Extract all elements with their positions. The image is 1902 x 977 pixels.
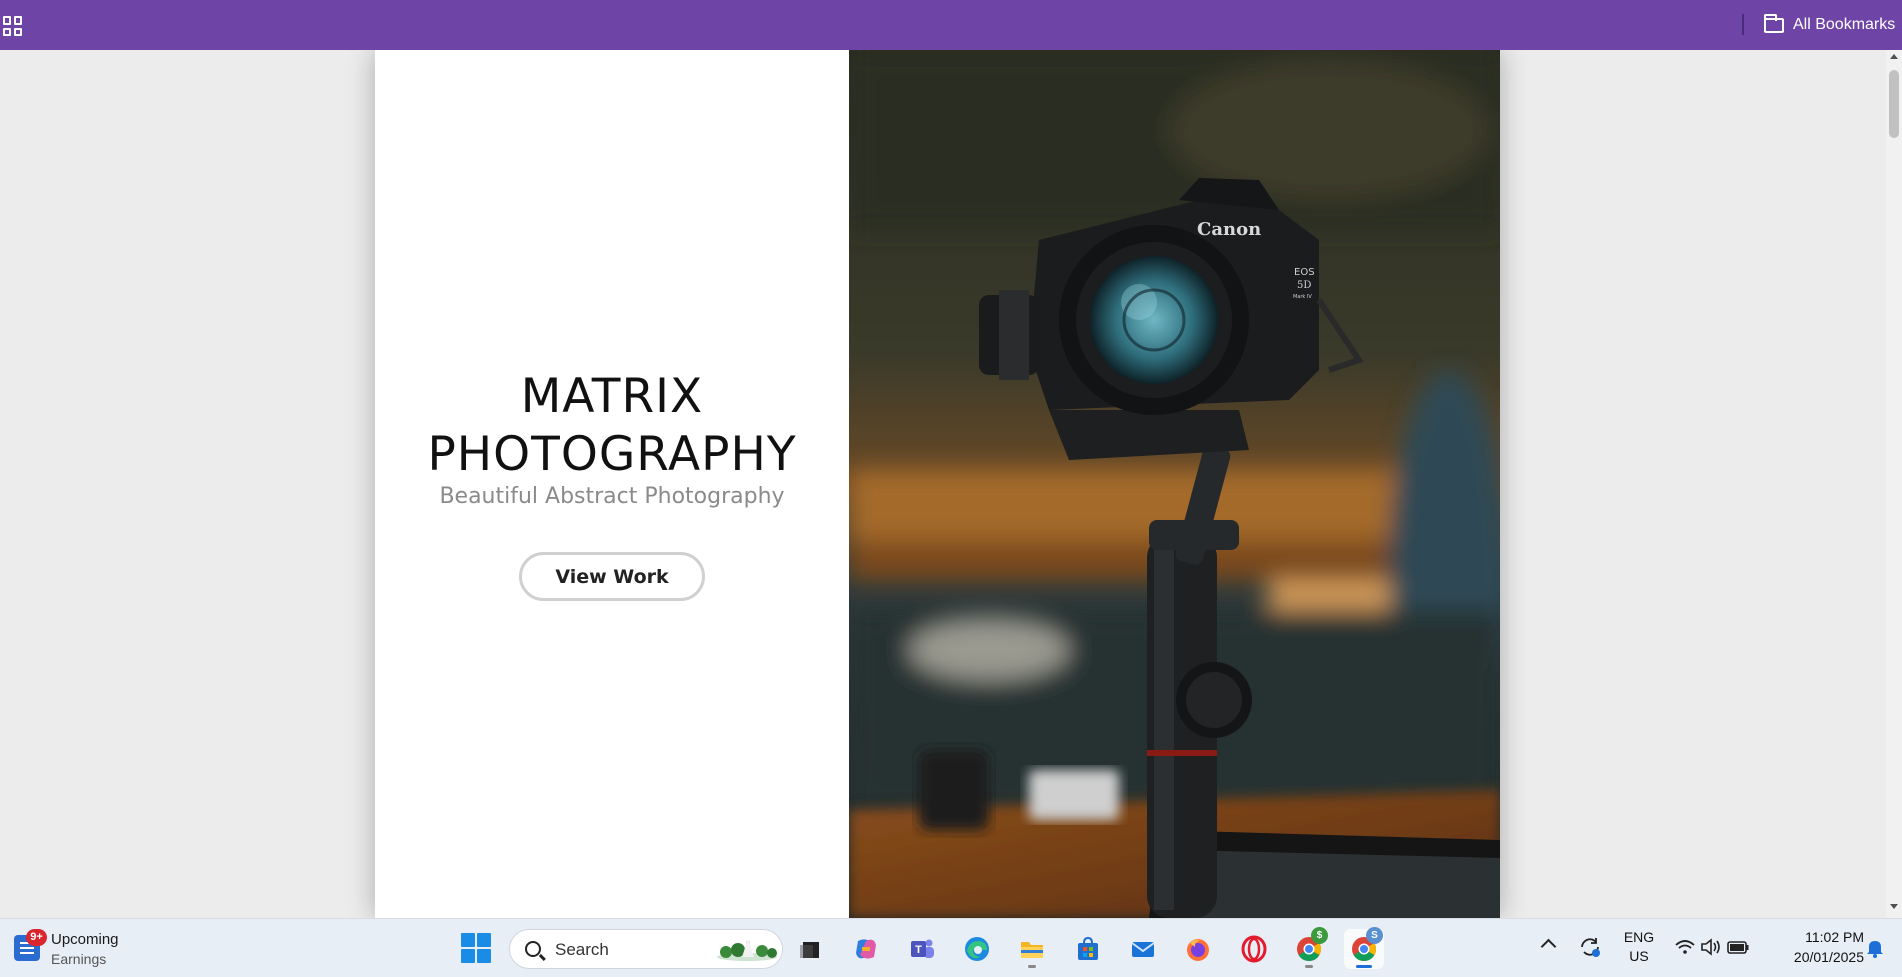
task-view-icon: [800, 942, 819, 958]
firefox-button[interactable]: [1178, 929, 1218, 969]
taskbar-search-box[interactable]: Search: [509, 929, 783, 969]
hero-photo: Canon EOS 5D Mark IV: [849, 50, 1500, 918]
edge-button[interactable]: [957, 929, 997, 969]
wifi-icon: [1675, 940, 1695, 954]
search-icon: [525, 941, 541, 957]
clock[interactable]: 11:02 PM 20/01/2025: [1772, 927, 1864, 967]
firefox-icon: [1187, 939, 1209, 961]
chrome-profile-1-badge: $: [1311, 927, 1328, 944]
hero-text-panel: MATRIX PHOTOGRAPHY Beautiful Abstract Ph…: [375, 50, 849, 918]
opera-icon: [1241, 935, 1267, 963]
camera-model-line-3: Mark IV: [1293, 294, 1312, 300]
edge-icon: [965, 937, 989, 961]
network-volume-battery-icons[interactable]: [1673, 935, 1753, 959]
svg-text:T: T: [915, 944, 922, 956]
hero-title-line-1: MATRIX: [520, 369, 704, 424]
clock-time: 11:02 PM: [1805, 929, 1864, 945]
scroll-thumb[interactable]: [1889, 70, 1899, 138]
notification-bell-icon[interactable]: [1864, 937, 1886, 959]
page-scrollbar[interactable]: [1886, 50, 1902, 918]
hero-card: MATRIX PHOTOGRAPHY Beautiful Abstract Ph…: [375, 50, 1500, 918]
active-indicator: [1356, 965, 1372, 968]
hero-subtitle: Beautiful Abstract Photography: [439, 484, 785, 509]
chrome-profile-2-badge: S: [1366, 927, 1383, 944]
search-highlight-icon: [717, 939, 777, 961]
windows-start-icon[interactable]: [461, 933, 491, 963]
battery-icon: [1727, 941, 1749, 954]
bookmarks-bar: All Bookmarks: [0, 0, 1902, 50]
widget-title: Upcoming: [51, 931, 119, 948]
bookmarks-divider: [1742, 14, 1744, 35]
view-work-button[interactable]: View Work: [519, 552, 705, 601]
widget-subtitle: Earnings: [51, 951, 107, 967]
opera-button[interactable]: [1234, 929, 1274, 969]
chrome-profile-2-button[interactable]: S: [1344, 927, 1384, 969]
hero-title-line-2: PHOTOGRAPHY: [427, 427, 797, 482]
language-indicator[interactable]: ENG US: [1620, 928, 1658, 966]
running-indicator: [1028, 965, 1036, 968]
folder-app-icon: [1021, 942, 1043, 958]
copilot-button[interactable]: [846, 929, 886, 969]
apps-grid-icon[interactable]: [3, 16, 23, 36]
widget-notification-badge: 9+: [26, 929, 47, 946]
task-view-button[interactable]: [790, 929, 830, 969]
chrome-profile-1-button[interactable]: $: [1289, 927, 1329, 969]
copilot-icon: [856, 939, 876, 959]
language-code: ENG: [1623, 929, 1655, 945]
store-button[interactable]: [1068, 929, 1108, 969]
scroll-down-arrow-icon[interactable]: [1890, 904, 1898, 909]
file-explorer-button[interactable]: [1012, 929, 1052, 969]
teams-button[interactable]: T: [902, 929, 942, 969]
chevron-up-icon[interactable]: [1540, 938, 1557, 955]
region-code: US: [1629, 948, 1649, 964]
camera-brand-text: Canon: [1197, 219, 1261, 240]
folder-icon: [1764, 13, 1784, 33]
camera-model-line-2: 5D: [1297, 280, 1311, 291]
scroll-up-arrow-icon[interactable]: [1890, 54, 1898, 59]
teams-icon: T: [911, 939, 934, 958]
clock-date: 20/01/2025: [1793, 949, 1864, 965]
running-indicator: [1305, 965, 1313, 968]
store-icon: [1078, 936, 1098, 960]
volume-icon: [1701, 938, 1720, 956]
mail-button[interactable]: [1123, 929, 1163, 969]
windows-taskbar: 9+ Upcoming Earnings Search T $ S ENG US…: [0, 918, 1902, 977]
sync-icon[interactable]: [1578, 935, 1602, 959]
web-page: MATRIX PHOTOGRAPHY Beautiful Abstract Ph…: [0, 50, 1902, 918]
widgets-button[interactable]: 9+ Upcoming Earnings: [12, 929, 152, 969]
hero-title: MATRIX PHOTOGRAPHY: [375, 368, 849, 484]
mail-icon: [1131, 942, 1155, 957]
camera-model-line-1: EOS: [1294, 267, 1315, 278]
search-placeholder: Search: [555, 940, 609, 959]
all-bookmarks-label: All Bookmarks: [1793, 16, 1896, 33]
all-bookmarks-button[interactable]: All Bookmarks: [1764, 13, 1895, 37]
